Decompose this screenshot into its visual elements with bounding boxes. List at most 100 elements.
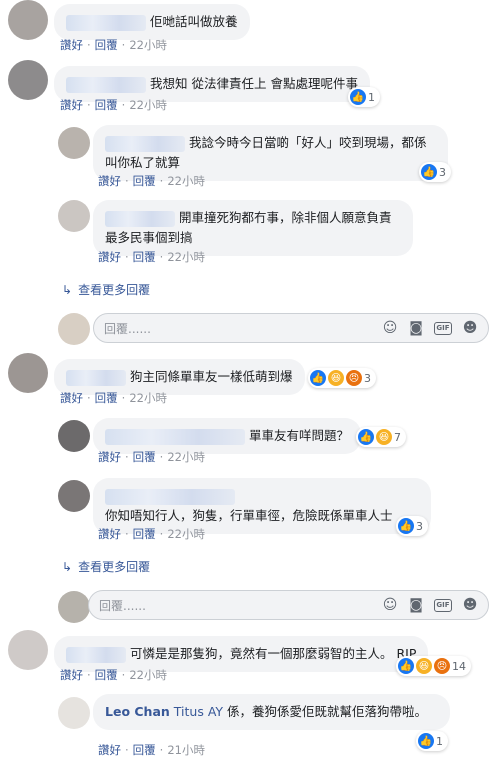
reply-arrow-icon: ↳ (62, 560, 73, 574)
comment-text: 係，養狗係愛佢既就幫佢落狗帶啦。 (227, 704, 428, 719)
camera-icon[interactable]: ◙ (408, 597, 424, 613)
haha-reaction-icon: 😆 (376, 429, 392, 445)
sticker-icon[interactable]: ☻ (462, 597, 478, 613)
reaction-count[interactable]: 👍 😆 😠 14 (396, 656, 471, 676)
reply-composer[interactable]: 回覆...... ☺ ◙ GIF ☻ (93, 313, 489, 343)
like-link[interactable]: 讚好 (98, 174, 121, 188)
commenter-name[interactable] (66, 369, 126, 386)
timestamp[interactable]: 22小時 (167, 450, 205, 464)
reply-link[interactable]: 回覆 (95, 38, 118, 52)
like-link[interactable]: 讚好 (60, 668, 83, 682)
gif-icon[interactable]: GIF (434, 598, 452, 612)
mention-link[interactable]: Titus AY (174, 704, 223, 719)
like-link[interactable]: 讚好 (98, 527, 121, 541)
timestamp[interactable]: 22小時 (167, 527, 205, 541)
reply-link[interactable]: 回覆 (95, 668, 118, 682)
commenter-name[interactable] (105, 428, 245, 445)
camera-icon[interactable]: ◙ (408, 320, 424, 336)
timestamp[interactable]: 22小時 (167, 174, 205, 188)
reply-link[interactable]: 回覆 (133, 743, 156, 757)
like-reaction-icon: 👍 (398, 518, 414, 534)
avatar[interactable] (8, 630, 48, 670)
like-reaction-icon: 👍 (358, 429, 374, 445)
commenter-name[interactable] (105, 488, 235, 505)
reaction-count[interactable]: 👍 3 (419, 162, 451, 182)
reaction-count[interactable]: 👍 1 (348, 87, 380, 107)
comment-actions: 讚好 · 回覆 · 22小時 (98, 527, 205, 541)
reply-input[interactable]: 回覆...... (104, 320, 382, 337)
comment-actions: 讚好 · 回覆 · 22小時 (60, 668, 167, 682)
like-reaction-icon: 👍 (350, 89, 366, 105)
comment-text: 狗主同條單車友一樣低萌到爆 (130, 369, 293, 384)
comment-actions: 讚好 · 回覆 · 22小時 (60, 391, 167, 405)
timestamp[interactable]: 22小時 (129, 668, 167, 682)
reply-link[interactable]: 回覆 (95, 391, 118, 405)
angry-reaction-icon: 😠 (346, 370, 362, 386)
comment-text: 可憐是是那隻狗，竟然有一個那麼弱智的主人。 RIP (130, 646, 417, 661)
comment-actions: 讚好 · 回覆 · 22小時 (60, 38, 167, 52)
avatar[interactable] (58, 697, 90, 729)
view-more-replies[interactable]: ↳ 查看更多回覆 (62, 281, 150, 298)
avatar[interactable] (8, 0, 48, 40)
comment-actions: 讚好 · 回覆 · 21小時 (98, 743, 205, 757)
gif-icon[interactable]: GIF (434, 321, 452, 335)
timestamp[interactable]: 21小時 (167, 743, 205, 757)
like-link[interactable]: 讚好 (98, 450, 121, 464)
avatar[interactable] (58, 127, 90, 159)
like-link[interactable]: 讚好 (98, 250, 121, 264)
view-more-replies[interactable]: ↳ 查看更多回覆 (62, 558, 150, 575)
comment-actions: 讚好 · 回覆 · 22小時 (98, 450, 205, 464)
emoji-icon[interactable]: ☺ (382, 320, 398, 336)
reply-link[interactable]: 回覆 (133, 527, 156, 541)
timestamp[interactable]: 22小時 (167, 250, 205, 264)
comment-bubble: Leo Chan Titus AY 係，養狗係愛佢既就幫佢落狗帶啦。 (93, 694, 450, 730)
reply-input[interactable]: 回覆...... (99, 597, 382, 614)
avatar[interactable] (58, 480, 90, 512)
comment-bubble: 開車撞死狗都冇事，除非個人願意負責最多民事個到搞 (93, 200, 413, 256)
comment-actions: 讚好 · 回覆 · 22小時 (60, 98, 167, 112)
comment-text: 你知唔知行人，狗隻，行單車徑，危險既係單車人士 (105, 508, 393, 523)
avatar[interactable] (8, 353, 48, 393)
like-link[interactable]: 讚好 (60, 38, 83, 52)
comment-text: 佢哋話叫做放養 (150, 14, 238, 29)
avatar[interactable] (58, 420, 90, 452)
like-reaction-icon: 👍 (421, 164, 437, 180)
like-reaction-icon: 👍 (418, 733, 434, 749)
commenter-name[interactable] (105, 135, 185, 152)
like-link[interactable]: 讚好 (60, 391, 83, 405)
commenter-name[interactable] (66, 76, 146, 93)
reaction-count[interactable]: 👍 1 (416, 731, 448, 751)
commenter-name[interactable]: Leo Chan (105, 704, 170, 719)
like-reaction-icon: 👍 (398, 658, 414, 674)
reply-composer[interactable]: 回覆...... ☺ ◙ GIF ☻ (88, 590, 489, 620)
timestamp[interactable]: 22小時 (129, 38, 167, 52)
timestamp[interactable]: 22小時 (129, 391, 167, 405)
reply-link[interactable]: 回覆 (133, 450, 156, 464)
reply-link[interactable]: 回覆 (133, 174, 156, 188)
haha-reaction-icon: 😆 (416, 658, 432, 674)
reply-link[interactable]: 回覆 (95, 98, 118, 112)
reaction-count[interactable]: 👍 😆 7 (356, 427, 406, 447)
emoji-icon[interactable]: ☺ (382, 597, 398, 613)
like-link[interactable]: 讚好 (60, 98, 83, 112)
timestamp[interactable]: 22小時 (129, 98, 167, 112)
comment-actions: 讚好 · 回覆 · 22小時 (98, 250, 205, 264)
reply-arrow-icon: ↳ (62, 283, 73, 297)
commenter-name[interactable] (66, 646, 126, 663)
like-reaction-icon: 👍 (310, 370, 326, 386)
angry-reaction-icon: 😠 (434, 658, 450, 674)
comment-text: 單車友有咩問題？ (249, 428, 350, 443)
commenter-name[interactable] (105, 210, 175, 227)
avatar[interactable] (58, 200, 90, 232)
reply-link[interactable]: 回覆 (133, 250, 156, 264)
avatar (58, 313, 90, 345)
commenter-name[interactable] (66, 14, 146, 31)
avatar (58, 591, 90, 623)
comment-bubble: 佢哋話叫做放養 (54, 4, 250, 40)
avatar[interactable] (8, 60, 48, 100)
reaction-count[interactable]: 👍 3 (396, 516, 428, 536)
like-link[interactable]: 讚好 (98, 743, 121, 757)
sticker-icon[interactable]: ☻ (462, 320, 478, 336)
comment-actions: 讚好 · 回覆 · 22小時 (98, 174, 205, 188)
reaction-count[interactable]: 👍 😆 😠 3 (308, 368, 376, 388)
